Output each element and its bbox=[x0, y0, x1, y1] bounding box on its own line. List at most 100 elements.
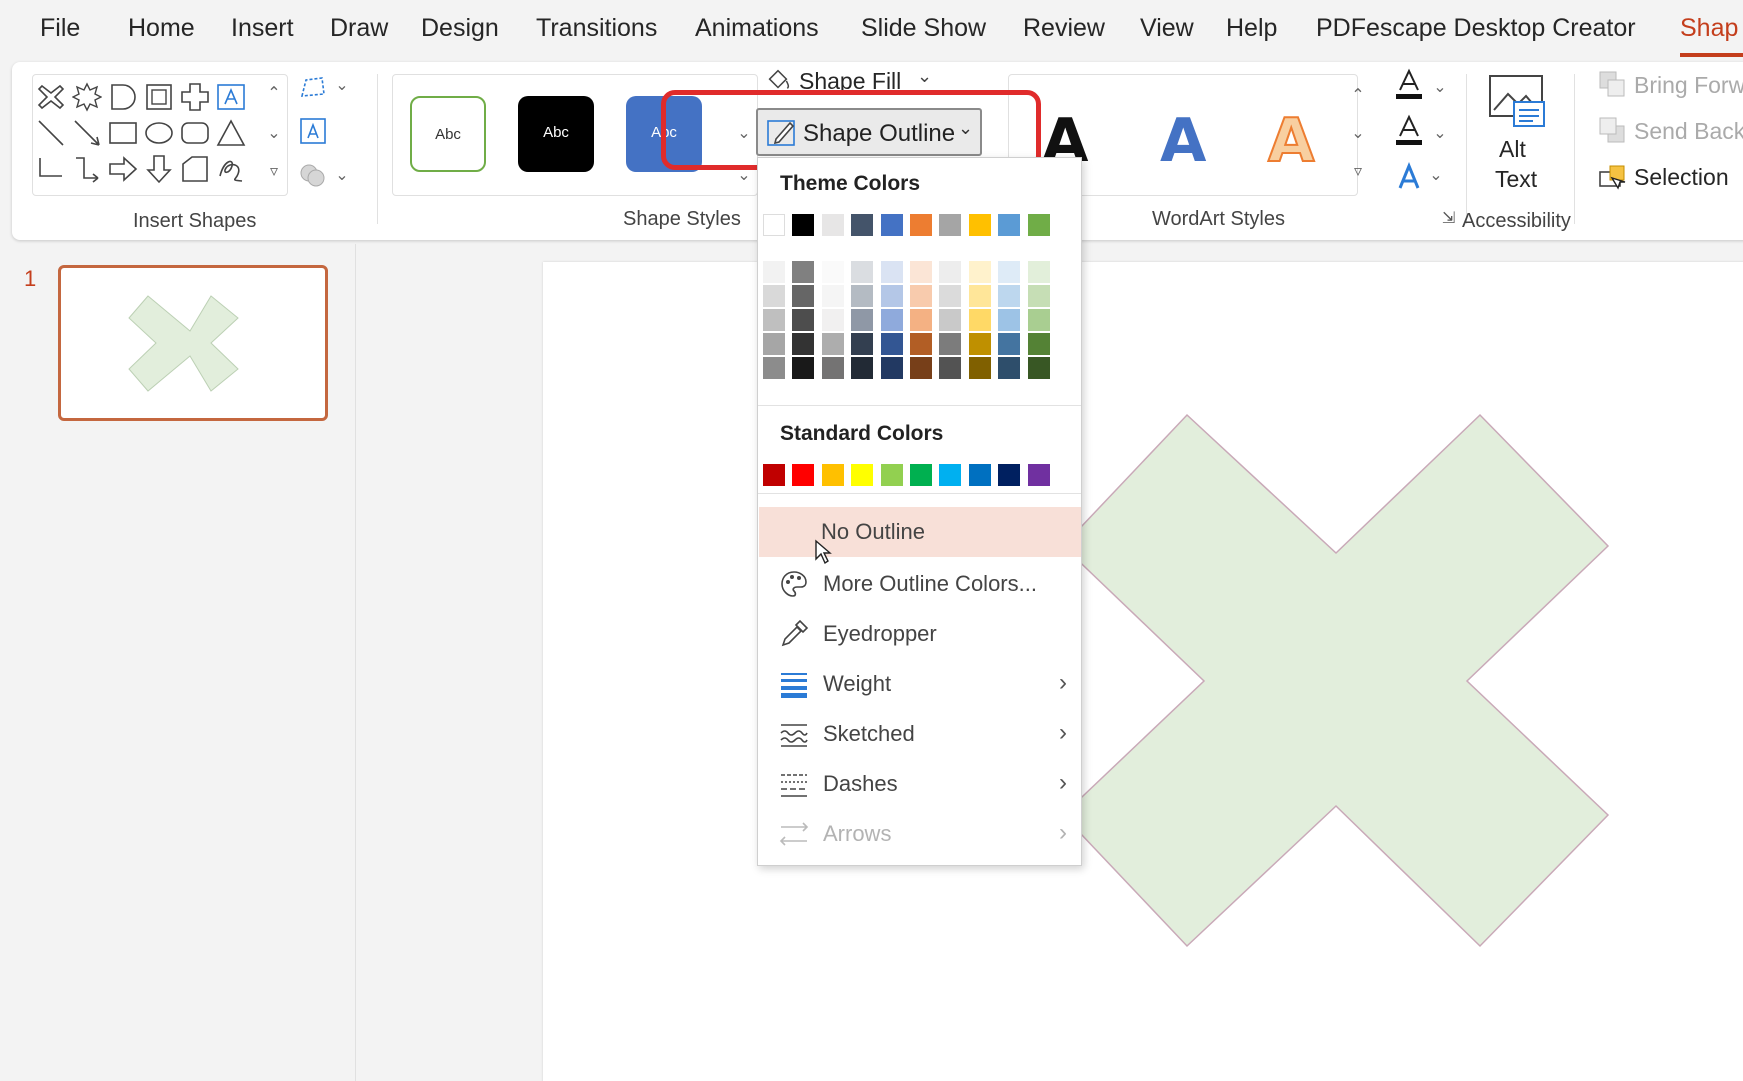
theme-tint-swatch[interactable] bbox=[939, 309, 962, 331]
wordart-more-icon[interactable]: ▿ bbox=[1346, 158, 1370, 186]
standard-color-swatch[interactable] bbox=[792, 464, 815, 486]
sketched-item[interactable]: Sketched › bbox=[759, 709, 1081, 759]
elbow-connector-shape-icon[interactable] bbox=[36, 154, 66, 184]
down-arrow-shape-icon[interactable] bbox=[144, 154, 174, 184]
alt-text-label-line1[interactable]: Alt bbox=[1499, 136, 1526, 163]
merge-shapes-icon[interactable] bbox=[298, 160, 328, 190]
theme-tint-swatch[interactable] bbox=[998, 357, 1021, 379]
theme-tint-swatch[interactable] bbox=[910, 285, 932, 307]
theme-tint-swatch[interactable] bbox=[968, 333, 991, 355]
standard-color-swatch[interactable] bbox=[939, 464, 962, 486]
shape-outline-button[interactable]: Shape Outline ⌄ bbox=[756, 108, 982, 156]
dashes-item[interactable]: Dashes › bbox=[759, 759, 1081, 809]
text-fill-icon[interactable] bbox=[1392, 68, 1426, 102]
theme-tint-swatch[interactable] bbox=[1027, 285, 1050, 307]
weight-item[interactable]: Weight › bbox=[759, 659, 1081, 709]
theme-tint-swatch[interactable] bbox=[851, 309, 874, 331]
tab-animations[interactable]: Animations bbox=[695, 14, 819, 43]
theme-tint-swatch[interactable] bbox=[968, 357, 991, 379]
theme-tint-swatch[interactable] bbox=[880, 333, 903, 355]
chevron-up-icon[interactable]: ⌃ bbox=[262, 80, 286, 108]
tab-view[interactable]: View bbox=[1140, 14, 1194, 43]
plus-shape-icon[interactable] bbox=[180, 82, 210, 112]
theme-tint-swatch[interactable] bbox=[910, 357, 932, 379]
wordart-scroll-down-icon[interactable]: ⌄ bbox=[1346, 120, 1370, 148]
theme-color-swatch[interactable] bbox=[998, 214, 1021, 236]
tab-transitions[interactable]: Transitions bbox=[536, 14, 657, 43]
cross-shape[interactable] bbox=[543, 262, 1743, 1081]
oval-shape-icon[interactable] bbox=[144, 118, 174, 148]
theme-tint-swatch[interactable] bbox=[792, 357, 815, 379]
theme-tint-swatch[interactable] bbox=[792, 285, 815, 307]
merge-shapes-dropdown-icon[interactable]: ⌄ bbox=[330, 162, 354, 190]
theme-tint-swatch[interactable] bbox=[939, 333, 962, 355]
edit-shape-dropdown-icon[interactable]: ⌄ bbox=[330, 72, 354, 100]
scribble-shape-icon[interactable] bbox=[216, 154, 246, 184]
tab-home[interactable]: Home bbox=[128, 14, 195, 43]
theme-tint-swatch[interactable] bbox=[821, 309, 844, 331]
shape-fill-chevron-icon[interactable]: ⌄ bbox=[917, 66, 932, 87]
theme-tint-swatch[interactable] bbox=[763, 333, 785, 355]
theme-tint-swatch[interactable] bbox=[1027, 333, 1050, 355]
theme-tint-swatch[interactable] bbox=[939, 357, 962, 379]
slide-thumbnail[interactable] bbox=[58, 265, 328, 421]
theme-tint-swatch[interactable] bbox=[880, 285, 903, 307]
theme-tint-swatch[interactable] bbox=[998, 261, 1021, 283]
dialog-launcher-icon[interactable]: ⇲ bbox=[1442, 208, 1455, 228]
theme-tint-swatch[interactable] bbox=[763, 261, 785, 283]
right-arrow-shape-icon[interactable] bbox=[108, 154, 138, 184]
line-shape-icon[interactable] bbox=[36, 118, 66, 148]
theme-tint-swatch[interactable] bbox=[851, 261, 874, 283]
theme-tint-swatch[interactable] bbox=[910, 333, 932, 355]
theme-tint-swatch[interactable] bbox=[763, 285, 785, 307]
theme-tint-swatch[interactable] bbox=[880, 357, 903, 379]
theme-tint-swatch[interactable] bbox=[821, 261, 844, 283]
theme-color-swatch[interactable] bbox=[763, 214, 785, 236]
wordart-style-blue[interactable]: A bbox=[1160, 106, 1206, 176]
no-outline-item[interactable]: No Outline bbox=[759, 507, 1081, 565]
cross-shape-icon[interactable] bbox=[36, 82, 66, 112]
selection-pane-button[interactable]: Selection bbox=[1634, 164, 1729, 191]
theme-color-swatch[interactable] bbox=[880, 214, 903, 236]
theme-tint-swatch[interactable] bbox=[763, 357, 785, 379]
theme-color-swatch[interactable] bbox=[968, 214, 991, 236]
slide-canvas[interactable] bbox=[543, 262, 1743, 1081]
rounded-rectangle-shape-icon[interactable] bbox=[180, 118, 210, 148]
starburst-shape-icon[interactable] bbox=[72, 82, 102, 112]
theme-tint-swatch[interactable] bbox=[998, 309, 1021, 331]
tab-review[interactable]: Review bbox=[1023, 14, 1105, 43]
standard-color-swatch[interactable] bbox=[821, 464, 844, 486]
theme-tint-swatch[interactable] bbox=[880, 309, 903, 331]
more-outline-colors-item[interactable]: More Outline Colors... bbox=[759, 559, 1081, 609]
edit-shape-icon[interactable] bbox=[298, 72, 328, 102]
text-fill-dropdown-icon[interactable]: ⌄ bbox=[1428, 74, 1452, 102]
theme-color-swatch[interactable] bbox=[821, 214, 844, 236]
text-outline-icon[interactable] bbox=[1392, 114, 1426, 148]
tab-pdfescape[interactable]: PDFescape Desktop Creator bbox=[1316, 14, 1636, 43]
theme-tint-swatch[interactable] bbox=[821, 285, 844, 307]
standard-color-swatch[interactable] bbox=[880, 464, 903, 486]
theme-color-swatch[interactable] bbox=[851, 214, 874, 236]
bring-forward-icon[interactable] bbox=[1598, 70, 1628, 100]
arrow-line-shape-icon[interactable] bbox=[72, 118, 102, 148]
theme-tint-swatch[interactable] bbox=[968, 285, 991, 307]
theme-tint-swatch[interactable] bbox=[763, 309, 785, 331]
wordart-scroll-up-icon[interactable]: ⌃ bbox=[1346, 82, 1370, 110]
theme-tint-swatch[interactable] bbox=[910, 261, 932, 283]
tab-insert[interactable]: Insert bbox=[231, 14, 294, 43]
theme-tint-swatch[interactable] bbox=[968, 309, 991, 331]
rectangle-shape-icon[interactable] bbox=[108, 118, 138, 148]
freeform-shape-icon[interactable] bbox=[180, 154, 210, 184]
shape-style-black[interactable]: Abc bbox=[518, 96, 594, 172]
theme-tint-swatch[interactable] bbox=[851, 285, 874, 307]
text-box-shape-icon[interactable] bbox=[216, 82, 246, 112]
theme-tint-swatch[interactable] bbox=[998, 333, 1021, 355]
standard-color-swatch[interactable] bbox=[910, 464, 932, 486]
theme-tint-swatch[interactable] bbox=[1027, 357, 1050, 379]
theme-tint-swatch[interactable] bbox=[939, 261, 962, 283]
theme-tint-swatch[interactable] bbox=[821, 333, 844, 355]
eyedropper-item[interactable]: Eyedropper bbox=[759, 609, 1081, 659]
tab-help[interactable]: Help bbox=[1226, 14, 1277, 43]
text-outline-dropdown-icon[interactable]: ⌄ bbox=[1428, 120, 1452, 148]
flowchart-delay-shape-icon[interactable] bbox=[108, 82, 138, 112]
